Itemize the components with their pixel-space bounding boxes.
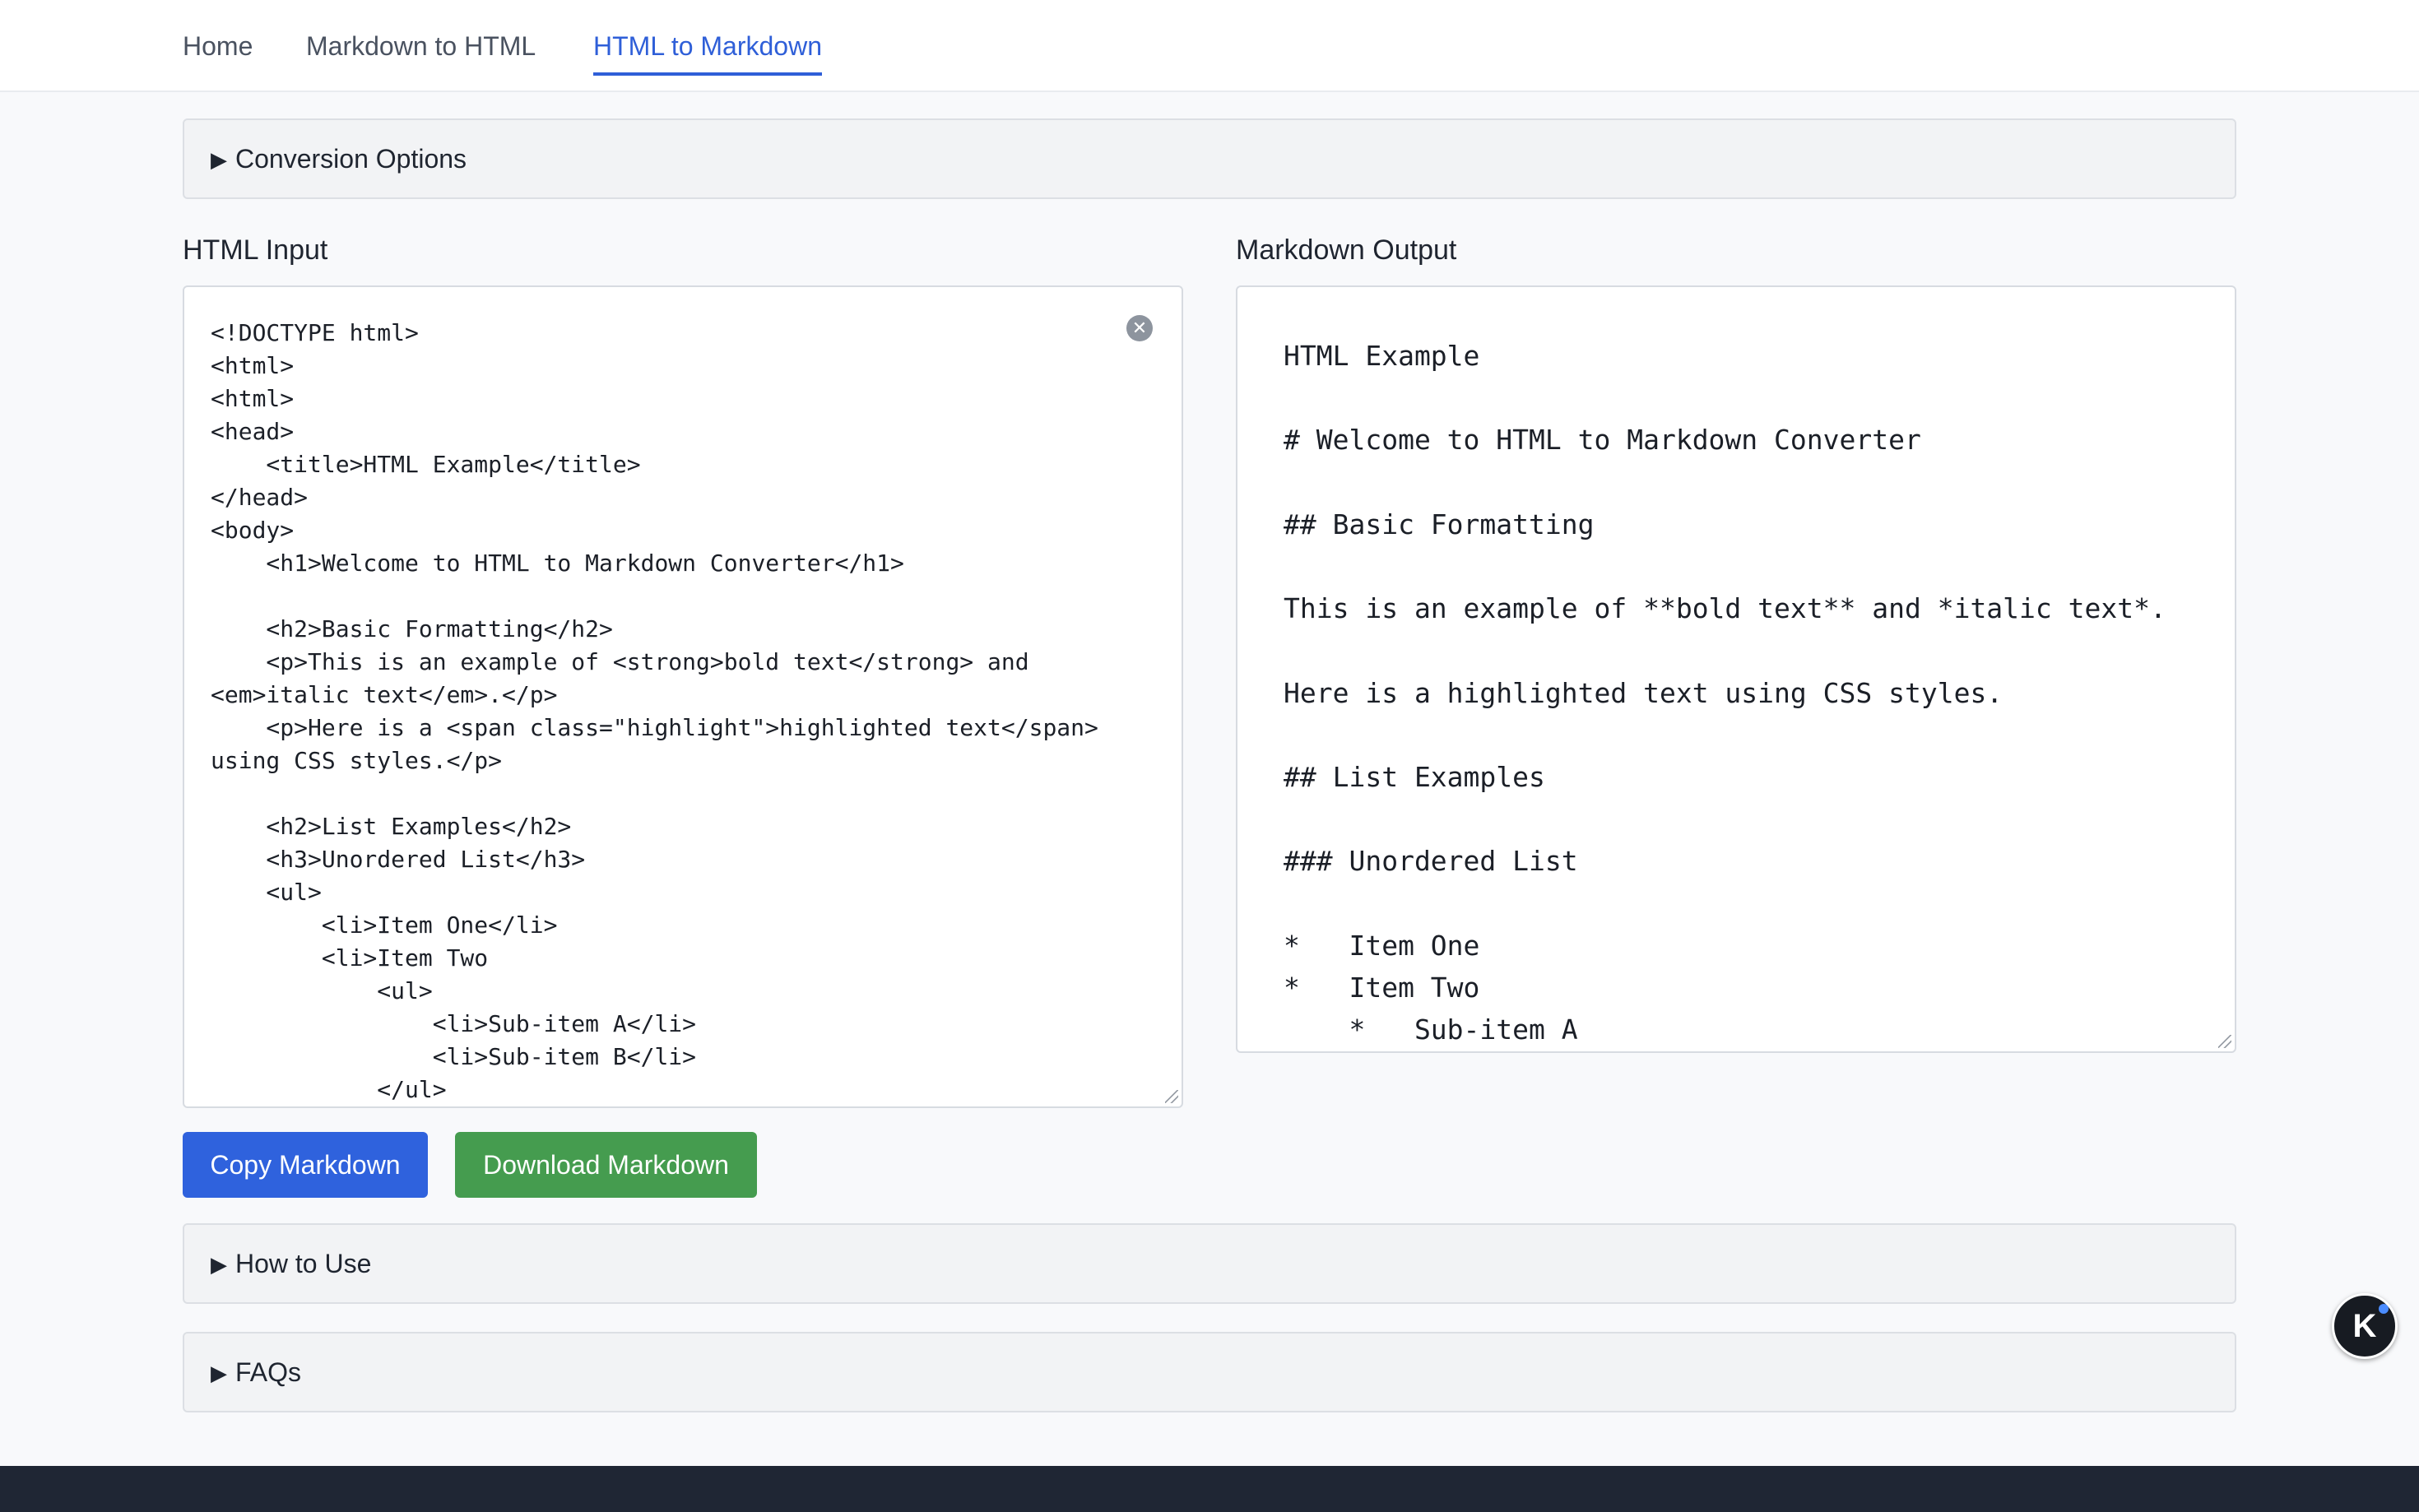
markdown-output-code: HTML Example # Welcome to HTML to Markdo… [1284,340,2166,1046]
k-logo-icon: K [2352,1308,2377,1344]
html-input-textarea[interactable]: <!DOCTYPE html> <html> <html> <head> <ti… [183,285,1183,1108]
download-markdown-button[interactable]: Download Markdown [455,1132,757,1198]
triangle-right-icon: ▶ [211,1252,227,1277]
conversion-options-label: Conversion Options [235,144,467,174]
copy-markdown-button[interactable]: Copy Markdown [183,1132,428,1198]
notification-dot-icon [2379,1304,2389,1314]
resize-handle-icon[interactable] [1165,1090,1178,1103]
html-input-code: <!DOCTYPE html> <html> <html> <head> <ti… [211,319,1098,1103]
close-circle-icon: ✕ [1131,318,1148,338]
clear-input-button[interactable]: ✕ [1126,315,1153,341]
conversion-options-accordion[interactable]: ▶ Conversion Options [183,118,2236,199]
markdown-output-title: Markdown Output [1236,234,1457,266]
k-extension-badge[interactable]: K [2332,1293,2398,1359]
triangle-right-icon: ▶ [211,1361,227,1385]
html-input-title: HTML Input [183,234,328,266]
nav-home[interactable]: Home [183,30,253,72]
how-to-use-accordion[interactable]: ▶ How to Use [183,1223,2236,1304]
faqs-label: FAQs [235,1357,302,1387]
nav-html-to-markdown[interactable]: HTML to Markdown [593,30,822,76]
top-navigation: Home Markdown to HTML HTML to Markdown [0,0,2419,92]
faqs-accordion[interactable]: ▶ FAQs [183,1332,2236,1412]
page-footer [0,1466,2419,1512]
markdown-output-textarea[interactable]: HTML Example # Welcome to HTML to Markdo… [1236,285,2236,1053]
triangle-right-icon: ▶ [211,147,227,172]
resize-handle-icon[interactable] [2218,1035,2231,1048]
nav-markdown-to-html[interactable]: Markdown to HTML [306,30,536,72]
how-to-use-label: How to Use [235,1249,372,1278]
